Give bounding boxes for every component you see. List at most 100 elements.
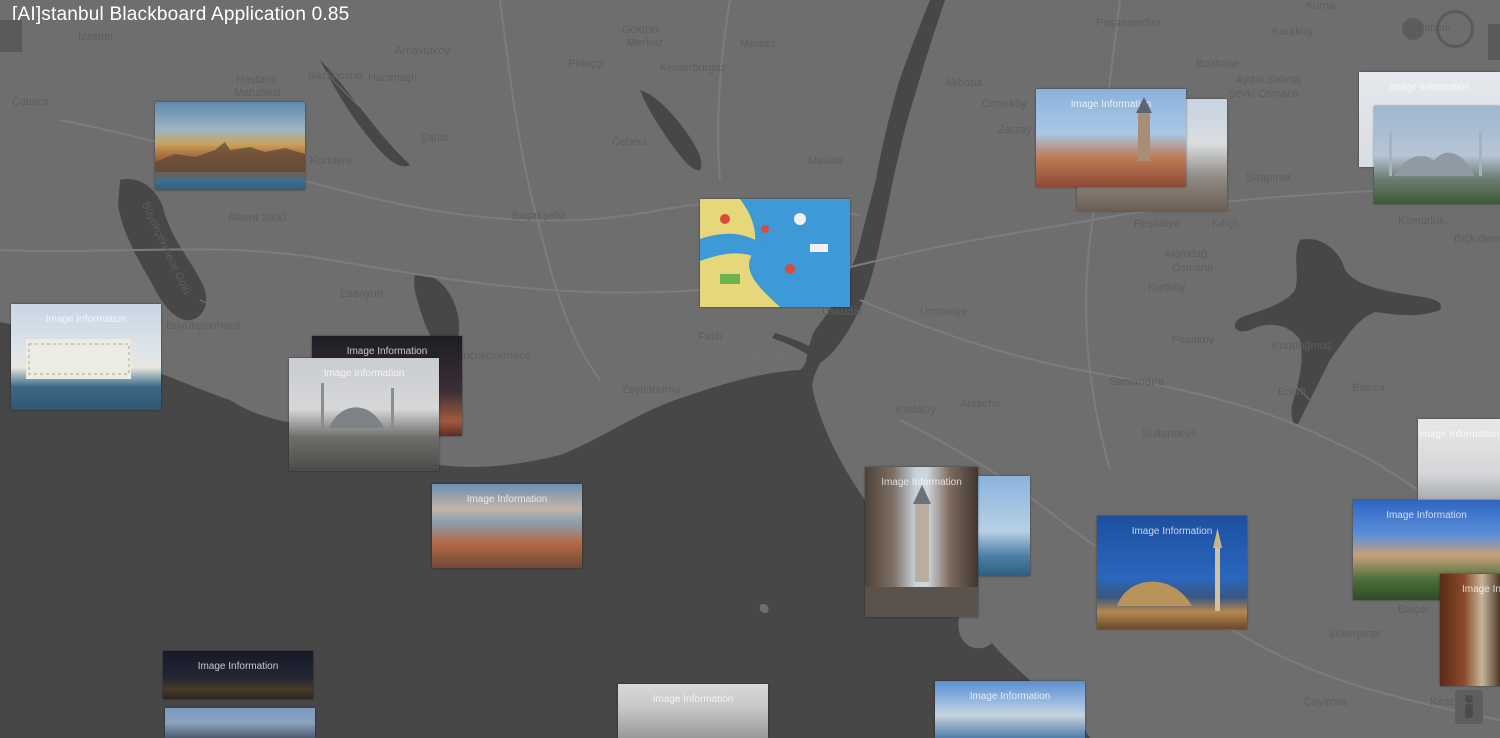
photo-card[interactable]: [165, 708, 315, 738]
map-label: Osmanlı: [1172, 262, 1213, 274]
map-label: Fatih: [698, 331, 723, 343]
tower-icon: [1136, 97, 1152, 161]
image-information-label[interactable]: Image Information: [1359, 82, 1500, 93]
map-label: Mahallesi: [234, 87, 281, 99]
map-label: Sırapınar: [1246, 172, 1292, 184]
photo-card[interactable]: [155, 102, 305, 190]
map-attribution: Map data ©2018 Google: [1086, 727, 1185, 737]
image-information-label[interactable]: Image Information: [312, 346, 462, 357]
photo-card[interactable]: Image Information: [1440, 574, 1500, 686]
map-label: Samandıra: [1110, 376, 1164, 388]
map-label: Ballıca: [1352, 382, 1386, 394]
map-label: Bıçkıdere: [1454, 233, 1500, 245]
terms-link[interactable]: Terms: [1278, 727, 1303, 737]
rotate-control-icon[interactable]: [1436, 10, 1474, 48]
map-label: Emirli: [1278, 386, 1306, 398]
princes-island: [958, 611, 999, 649]
map-label: Balçık: [1398, 604, 1428, 616]
map-label: Merkez: [627, 37, 664, 49]
map-label: Alemdağ: [1164, 248, 1208, 260]
map-label: Kadıköy: [896, 404, 936, 416]
photo-card[interactable]: Image Information: [1097, 516, 1247, 629]
pegman-icon[interactable]: [1455, 690, 1483, 724]
map-label: Çayirova: [1304, 696, 1348, 708]
send-feedback-link[interactable]: Send feedback: [1320, 727, 1380, 737]
map-label: Ümraniye: [920, 306, 968, 318]
map-label: Ataşehir: [960, 398, 1001, 410]
map-label: Paşamandıra: [1096, 17, 1162, 29]
map-label: Hacımaşlı: [368, 72, 417, 84]
mosque-icon: [1389, 131, 1482, 176]
photo-card[interactable]: Image Information: [11, 304, 161, 410]
photo-card[interactable]: Image Information: [865, 467, 978, 617]
map-label: Büyükçekmece: [166, 320, 241, 332]
image-information-label[interactable]: Image Information: [935, 691, 1085, 702]
map-label: Küçükçekmece: [456, 350, 531, 362]
photo-card[interactable]: Image Information: [432, 484, 582, 568]
image-information-label[interactable]: Image Information: [432, 494, 582, 505]
photo-card[interactable]: Image Information: [1036, 89, 1186, 187]
map-label: Kurtdere: [310, 155, 353, 167]
map-label: Göktürk: [622, 24, 661, 36]
map-label: Merkez: [740, 38, 777, 50]
map-label: Karakuş: [1272, 26, 1313, 38]
photo-card[interactable]: Image Information: [163, 651, 313, 699]
mosque-icon: [1117, 528, 1222, 611]
map-label: Alkent 2000: [228, 212, 287, 224]
photo-card[interactable]: [700, 199, 850, 307]
map-label: Çatalca: [12, 96, 50, 108]
image-information-label[interactable]: Image Information: [1353, 510, 1500, 521]
photo-card[interactable]: Image Information: [935, 681, 1085, 738]
map-label: Akbaba: [945, 77, 983, 89]
map-label: Kurtköy: [1148, 282, 1186, 294]
image-information-label[interactable]: Image Information: [1462, 584, 1500, 595]
map-label: İzzettin: [78, 31, 113, 43]
map-label: Esenyurt: [340, 288, 384, 300]
map-label: Hastane: [236, 74, 277, 86]
map-label: Şarlar: [420, 132, 450, 144]
map-label: Başakşehir: [512, 210, 567, 222]
map-label: Kömürlük: [1398, 215, 1445, 227]
map-label: Paşaköy: [1172, 334, 1215, 346]
image-information-label[interactable]: Image Information: [618, 694, 768, 705]
map-label: Kurna: [1306, 0, 1336, 12]
map-label: Reşadiye: [1134, 218, 1180, 230]
map-type-toggle[interactable]: [0, 20, 22, 52]
region-link[interactable]: United States: [1206, 727, 1260, 737]
city-map-icon: [700, 199, 850, 307]
map-label: Cebeci: [612, 136, 647, 148]
skyline-icon: [155, 142, 305, 172]
map-label: Şekerpınar: [1328, 628, 1382, 640]
photo-card[interactable]: [1374, 106, 1500, 204]
map-label: Şevki Osmanlı: [1228, 88, 1299, 100]
zoom-control[interactable]: [1488, 24, 1500, 60]
small-island: [759, 603, 769, 614]
map-label: Arnavutköy: [395, 45, 451, 57]
map-label: Pirinççi: [568, 58, 604, 70]
map-label: Aydın Sahrak: [1236, 74, 1302, 86]
map-label: Bozhane: [1196, 58, 1240, 70]
map-label: Zerzay: [998, 124, 1032, 136]
map-label: Kiraz: [1430, 696, 1456, 708]
palace-icon: [26, 339, 131, 379]
map-label: Kemerburgaz: [660, 62, 727, 74]
map-label: Üsküdar: [822, 306, 863, 318]
map-label: Sultanbeyli: [1142, 428, 1196, 440]
image-information-label[interactable]: Image Information: [163, 661, 313, 672]
map-label: Sazlıbosna: [308, 70, 363, 82]
map-label: Kurtdoğmuş: [1272, 340, 1332, 352]
photo-card[interactable]: Image Information: [618, 684, 768, 738]
scale-label: 2 mi: [1400, 727, 1418, 737]
compass-icon[interactable]: [1402, 18, 1424, 40]
image-information-label[interactable]: Image Information: [1418, 429, 1500, 440]
map-label: Zeytinburnu: [622, 384, 681, 396]
photo-card[interactable]: Image Information: [289, 358, 439, 471]
map-label: İstanbul: [740, 348, 798, 365]
mosque-icon: [321, 383, 394, 428]
photo-card[interactable]: [978, 476, 1030, 576]
map-label: Maslak: [808, 155, 843, 167]
tower-icon: [865, 485, 978, 617]
app-title: [AI]stanbul Blackboard Application 0.85: [12, 4, 350, 25]
map-label: Ömerköy: [982, 98, 1027, 110]
map-label: Kılıçlı: [1212, 218, 1239, 230]
